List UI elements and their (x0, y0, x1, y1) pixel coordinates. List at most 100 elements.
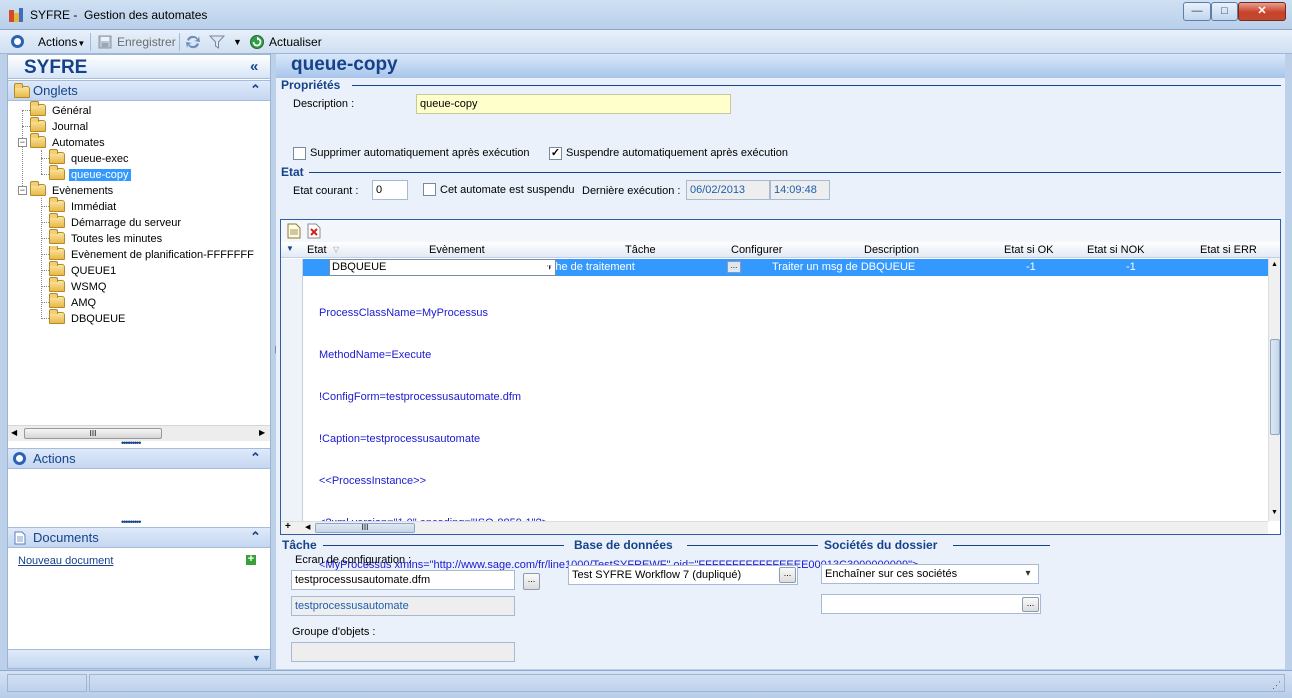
societes-input[interactable] (821, 594, 1041, 614)
save-button[interactable]: Enregistrer (117, 34, 176, 50)
tree-item-label: Journal (52, 121, 89, 133)
scroll-up-icon[interactable]: ▲ (1271, 261, 1278, 268)
browse-ecran-button[interactable]: ... (523, 573, 540, 590)
tree-item-queue-exec[interactable]: queue-exec (49, 149, 131, 166)
tree-item-label: Général (52, 105, 92, 117)
actions-header[interactable]: Actions ⌃ (8, 448, 270, 469)
grid-corner: + (281, 521, 303, 534)
group-divider (687, 545, 818, 546)
grid-vertical-thumb[interactable] (1270, 339, 1280, 435)
tree-line (41, 150, 42, 174)
tree-item-queue1[interactable]: QUEUE1 (49, 261, 118, 278)
scroll-down-icon[interactable]: ▼ (1271, 509, 1278, 516)
table-row[interactable]: 0 DBQUEUE ▼ Tâche de traitement ... Trai… (303, 259, 1272, 276)
folder-icon (49, 197, 65, 212)
collapse-evenements-icon[interactable]: − (18, 186, 27, 195)
cell-tache: Tâche de traitement (537, 261, 635, 273)
etat-courant-input[interactable]: 0 (372, 180, 408, 200)
column-header-etat-ok[interactable]: Etat si OK (1004, 244, 1054, 256)
scroll-left-icon[interactable]: ◀ (11, 428, 17, 437)
column-header-etat-err[interactable]: Etat si ERR (1200, 244, 1257, 256)
tree-item-journal[interactable]: Journal (30, 117, 90, 134)
tree-item-amq[interactable]: AMQ (49, 293, 98, 310)
column-header-etat-nok[interactable]: Etat si NOK (1087, 244, 1144, 256)
document-icon (14, 531, 26, 545)
close-button[interactable]: ✕ (1238, 2, 1286, 21)
ecran-input[interactable]: testprocessusautomate.dfm (291, 570, 515, 590)
detail-line: !Caption=testprocessusautomate (319, 433, 481, 445)
resize-grip-icon[interactable]: ⋰ (1272, 680, 1281, 691)
auto-delete-checkbox[interactable] (293, 147, 306, 160)
collapse-panel-icon[interactable]: « (250, 58, 258, 75)
new-document-link[interactable]: Nouveau document (18, 555, 113, 567)
filter-icon[interactable] (209, 34, 225, 50)
grid-horizontal-scrollbar[interactable]: ◀ III (303, 521, 1268, 534)
grid-vertical-scrollbar[interactable]: ▲ ▼ (1268, 258, 1280, 521)
tree-line (41, 286, 49, 287)
refresh-button[interactable]: Actualiser (269, 34, 322, 50)
minimize-button[interactable]: — (1183, 2, 1211, 21)
add-document-icon[interactable]: + (246, 554, 256, 565)
browse-societes-button[interactable]: ... (1022, 597, 1039, 612)
splitter-grip[interactable]: ••••••••• (121, 517, 141, 527)
status-cell (89, 674, 1285, 692)
tree-item-evenements[interactable]: Evènements (30, 181, 115, 198)
chevron-up-icon[interactable]: ⌃ (250, 450, 261, 466)
chevron-up-icon[interactable]: ⌃ (250, 529, 261, 545)
collapse-automates-icon[interactable]: − (18, 138, 27, 147)
column-header-tache[interactable]: Tâche (625, 244, 656, 256)
tree-item-automates[interactable]: Automates (30, 133, 107, 150)
description-input[interactable]: queue-copy (416, 94, 731, 114)
chevron-down-icon[interactable]: ▼ (252, 653, 261, 663)
save-icon (98, 35, 112, 49)
new-row-icon[interactable] (287, 223, 301, 239)
tree-item-demarrage[interactable]: Démarrage du serveur (49, 213, 183, 230)
tree-scroll-thumb[interactable]: III (24, 428, 162, 439)
tree-item-label: queue-exec (71, 153, 129, 165)
delete-row-icon[interactable] (307, 223, 321, 239)
column-header-configurer[interactable]: Configurer (731, 244, 782, 256)
grid-horizontal-thumb[interactable]: III (315, 523, 415, 533)
row-expand-icon[interactable]: ▼ (286, 244, 294, 253)
tree-item-immediat[interactable]: Immédiat (49, 197, 118, 214)
column-header-evenement[interactable]: Evènement (429, 244, 485, 256)
column-header-etat[interactable]: Etat (307, 244, 327, 256)
documents-header[interactable]: Documents ⌃ (8, 527, 270, 548)
sync-icon[interactable] (185, 34, 201, 50)
configure-button[interactable]: ... (727, 261, 741, 273)
tree-item-general[interactable]: Général (30, 101, 93, 118)
cell-description: Traiter un msg de DBQUEUE (772, 261, 916, 273)
auto-suspend-checkbox[interactable]: ✓ (549, 147, 562, 160)
tree-item-label: WSMQ (71, 281, 107, 293)
column-header-description[interactable]: Description (864, 244, 919, 256)
evenement-select[interactable]: DBQUEUE ▼ (329, 259, 556, 276)
maximize-button[interactable]: □ (1211, 2, 1238, 21)
societes-select[interactable]: Enchaîner sur ces sociétés (821, 564, 1039, 584)
tree-line (41, 270, 49, 271)
tree-item-queue-copy[interactable]: queue-copy (49, 165, 131, 182)
detail-line: ProcessClassName=MyProcessus (319, 307, 489, 319)
groupe-input[interactable] (291, 642, 515, 662)
tree-item-label: AMQ (71, 297, 97, 309)
tree-item-dbqueue[interactable]: DBQUEUE (49, 309, 127, 326)
chevron-down-icon[interactable]: ▾ (1021, 567, 1035, 581)
scroll-left-icon[interactable]: ◀ (305, 523, 310, 531)
toolbar-separator (179, 33, 180, 51)
scroll-right-icon[interactable]: ▶ (259, 428, 265, 437)
splitter-grip[interactable]: ••••••••• (121, 438, 141, 448)
onglets-header[interactable]: Onglets ⌃ (8, 80, 270, 101)
folder-icon (49, 229, 65, 244)
database-input[interactable]: Test SYFRE Workflow 7 (dupliqué) (568, 565, 798, 585)
chevron-up-icon[interactable]: ⌃ (250, 82, 261, 98)
tree-item-planification[interactable]: Evènement de planification-FFFFFFF (49, 246, 270, 262)
groupe-label: Groupe d'objets : (292, 626, 376, 638)
tree-line (22, 110, 23, 190)
add-row-icon[interactable]: + (285, 521, 291, 532)
actions-menu[interactable]: Actions▼ (38, 34, 85, 50)
tree-item-wsmq[interactable]: WSMQ (49, 277, 108, 294)
tree-item-toutes-minutes[interactable]: Toutes les minutes (49, 229, 164, 246)
tree-item-label: QUEUE1 (71, 265, 117, 277)
browse-database-button[interactable]: ... (779, 567, 796, 583)
suspended-checkbox[interactable] (423, 183, 436, 196)
filter-dropdown-icon[interactable]: ▼ (233, 34, 242, 50)
